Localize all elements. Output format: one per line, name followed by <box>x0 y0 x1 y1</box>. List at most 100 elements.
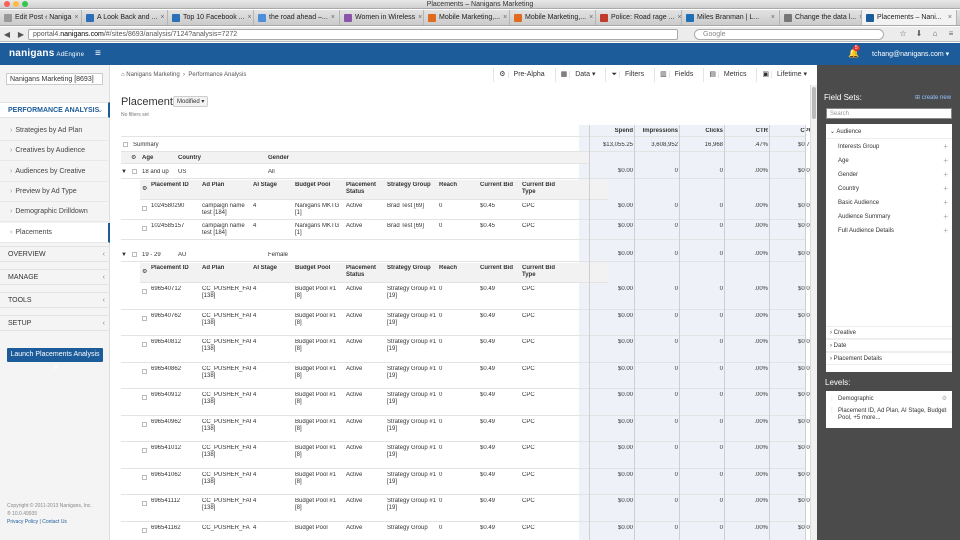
field-item[interactable]: Age + <box>826 154 952 168</box>
detail-header[interactable]: Strategy Group <box>387 182 437 189</box>
table-row[interactable]: 696540762 CC_PUSHER_FARM_TEST_1 [138]4 Bud… <box>121 310 813 336</box>
field-item[interactable]: Country + <box>826 182 952 196</box>
section-manage[interactable]: MANAGE ‹ <box>0 269 110 285</box>
home-icon[interactable]: ⌂ <box>121 72 125 78</box>
hamburger-icon[interactable]: ≡ <box>95 48 101 59</box>
close-icon[interactable]: × <box>418 14 422 21</box>
browser-tab[interactable]: Edit Post ‹ Naniga × <box>0 10 82 25</box>
drag-handle-icon[interactable]: ⋮ <box>829 396 835 403</box>
close-icon[interactable]: × <box>771 14 775 21</box>
add-icon[interactable]: + <box>943 182 948 196</box>
window-controls[interactable] <box>4 1 28 7</box>
settings-icon[interactable]: ⚙ <box>142 186 147 193</box>
detail-header[interactable]: Placement ID <box>151 182 199 189</box>
metric-header[interactable]: CPC <box>770 128 813 135</box>
settings-icon[interactable]: ⚙ <box>142 269 147 276</box>
close-icon[interactable]: × <box>948 14 952 21</box>
sidebar-item[interactable]: › Placements <box>0 222 110 243</box>
detail-header[interactable]: Current Bid Type <box>522 265 562 279</box>
detail-header[interactable]: Placement ID <box>151 265 199 272</box>
table-row[interactable]: 696540962 CC_PUSHER_FARM_TEST_1 [138]4 Bud… <box>121 416 813 442</box>
detail-header[interactable]: AI Stage <box>253 182 293 189</box>
main-scrollbar[interactable] <box>810 85 817 540</box>
field-group[interactable]: › Creative <box>826 326 952 339</box>
table-row[interactable]: 696541112 CC_PUSHER_FARM_TEST_1 [138]4 Bud… <box>121 495 813 522</box>
sidebar-item[interactable]: › Strategies by Ad Plan <box>0 121 110 141</box>
bookmark-icon[interactable]: ☆ <box>898 29 908 39</box>
filters-button[interactable]: ⏷ Filters <box>605 68 654 82</box>
metric-header[interactable]: CTR <box>725 128 768 135</box>
download-icon[interactable]: ⬇ <box>914 29 924 39</box>
contact-link[interactable]: Contact Us <box>42 519 67 525</box>
table-row[interactable]: 1024580290 campaign name test [184] 4 Nanig… <box>121 200 813 220</box>
detail-header[interactable]: Current Bid Type <box>522 182 562 196</box>
modified-dropdown[interactable]: Modified ▾ <box>173 96 209 107</box>
close-icon[interactable]: × <box>589 14 593 21</box>
audience-header[interactable]: Gender <box>268 155 348 162</box>
row-checkbox[interactable] <box>142 315 147 321</box>
close-icon[interactable]: × <box>677 14 681 21</box>
settings-icon[interactable]: ⚙ <box>942 396 947 403</box>
table-row[interactable]: 696541162 CC_PUSHER_FA 4 Budget Pool Active S… <box>121 522 813 540</box>
row-checkbox[interactable] <box>142 368 147 374</box>
detail-header[interactable]: Reach <box>439 265 478 272</box>
field-item[interactable]: Gender + <box>826 168 952 182</box>
browser-search-input[interactable]: Google <box>694 29 884 40</box>
settings-icon[interactable]: ⚙ <box>942 408 947 415</box>
browser-tab[interactable]: the road ahead –... × <box>254 10 340 25</box>
audience-header[interactable]: Country <box>178 155 258 162</box>
metric-header[interactable]: Spend <box>590 128 633 135</box>
detail-header[interactable]: Budget Pool <box>295 182 344 189</box>
settings-icon[interactable]: ⚙ <box>131 155 136 162</box>
row-checkbox[interactable] <box>142 289 147 294</box>
field-group-audience[interactable]: ⌄ Audience <box>826 126 952 139</box>
detail-header[interactable]: Placement Status <box>346 182 385 196</box>
back-icon[interactable]: ◀ <box>0 29 14 40</box>
table-row[interactable]: 696540862 CC_PUSHER_FARM_TEST_1 [138]4 Bud… <box>121 363 813 389</box>
menu-icon[interactable]: ≡ <box>946 29 956 39</box>
field-group[interactable]: › Placement Details <box>826 352 952 365</box>
metric-header[interactable]: Clicks <box>680 128 723 135</box>
privacy-link[interactable]: Privacy Policy <box>7 519 38 525</box>
add-icon[interactable]: + <box>943 168 948 182</box>
browser-tab[interactable]: Women in Wireless × <box>340 10 424 25</box>
drag-handle-icon[interactable]: ⋮ <box>829 408 835 415</box>
section-tools[interactable]: TOOLS ‹ <box>0 292 110 308</box>
user-menu[interactable]: tchang@nanigans.com ▾ <box>872 50 949 58</box>
browser-tab[interactable]: Mobile Marketing,... × <box>424 10 510 25</box>
forward-icon[interactable]: ▶ <box>14 29 28 40</box>
section-overview[interactable]: OVERVIEW ‹ <box>0 246 110 262</box>
sidebar-item[interactable]: › Audiences by Creative <box>0 162 110 182</box>
detail-header[interactable]: Reach <box>439 182 478 189</box>
field-item[interactable]: Audience Summary + <box>826 210 952 224</box>
add-icon[interactable]: + <box>943 154 948 168</box>
row-checkbox[interactable] <box>142 421 147 427</box>
browser-tab[interactable]: Police: Road rage ... × <box>596 10 682 25</box>
sidebar-item[interactable]: › Creatives by Audience <box>0 141 110 162</box>
detail-header[interactable]: Ad Plan <box>202 182 251 189</box>
browser-tab[interactable]: A Look Back and ... × <box>82 10 168 25</box>
row-checkbox[interactable] <box>142 342 147 347</box>
prealpha-button[interactable]: ⚙ Pre-Alpha <box>493 68 554 82</box>
detail-header[interactable]: AI Stage <box>253 265 293 272</box>
table-row[interactable]: 696540812 CC_PUSHER_FARM_TEST_1 [138]4 Bud… <box>121 336 813 363</box>
field-item[interactable]: Basic Audience + <box>826 196 952 210</box>
close-icon[interactable]: × <box>160 14 164 21</box>
detail-header[interactable]: Current Bid <box>480 265 520 272</box>
field-group[interactable]: › Date <box>826 339 952 352</box>
add-icon[interactable]: + <box>943 140 948 154</box>
zoom-window-icon[interactable] <box>22 1 28 7</box>
add-icon[interactable]: + <box>943 224 948 238</box>
url-bar[interactable]: pportal4.nanigans.com/#/sites/8693/analy… <box>28 29 678 40</box>
row-checkbox[interactable] <box>142 395 147 400</box>
browser-tab[interactable]: Top 10 Facebook ... × <box>168 10 254 25</box>
field-search-input[interactable]: Search <box>826 108 952 119</box>
add-icon[interactable]: + <box>943 196 948 210</box>
add-icon[interactable]: + <box>943 210 948 224</box>
table-row[interactable]: 696541012 CC_PUSHER_FARM_TEST_1 [138]4 Bud… <box>121 442 813 469</box>
browser-tab[interactable]: Miles Branman | L... × <box>682 10 780 25</box>
detail-header[interactable]: Ad Plan <box>202 265 251 272</box>
browser-tab[interactable]: Placements – Nani... × <box>862 10 957 25</box>
fields-tab[interactable]: ▥ Fields <box>654 68 704 82</box>
close-icon[interactable]: × <box>503 14 507 21</box>
